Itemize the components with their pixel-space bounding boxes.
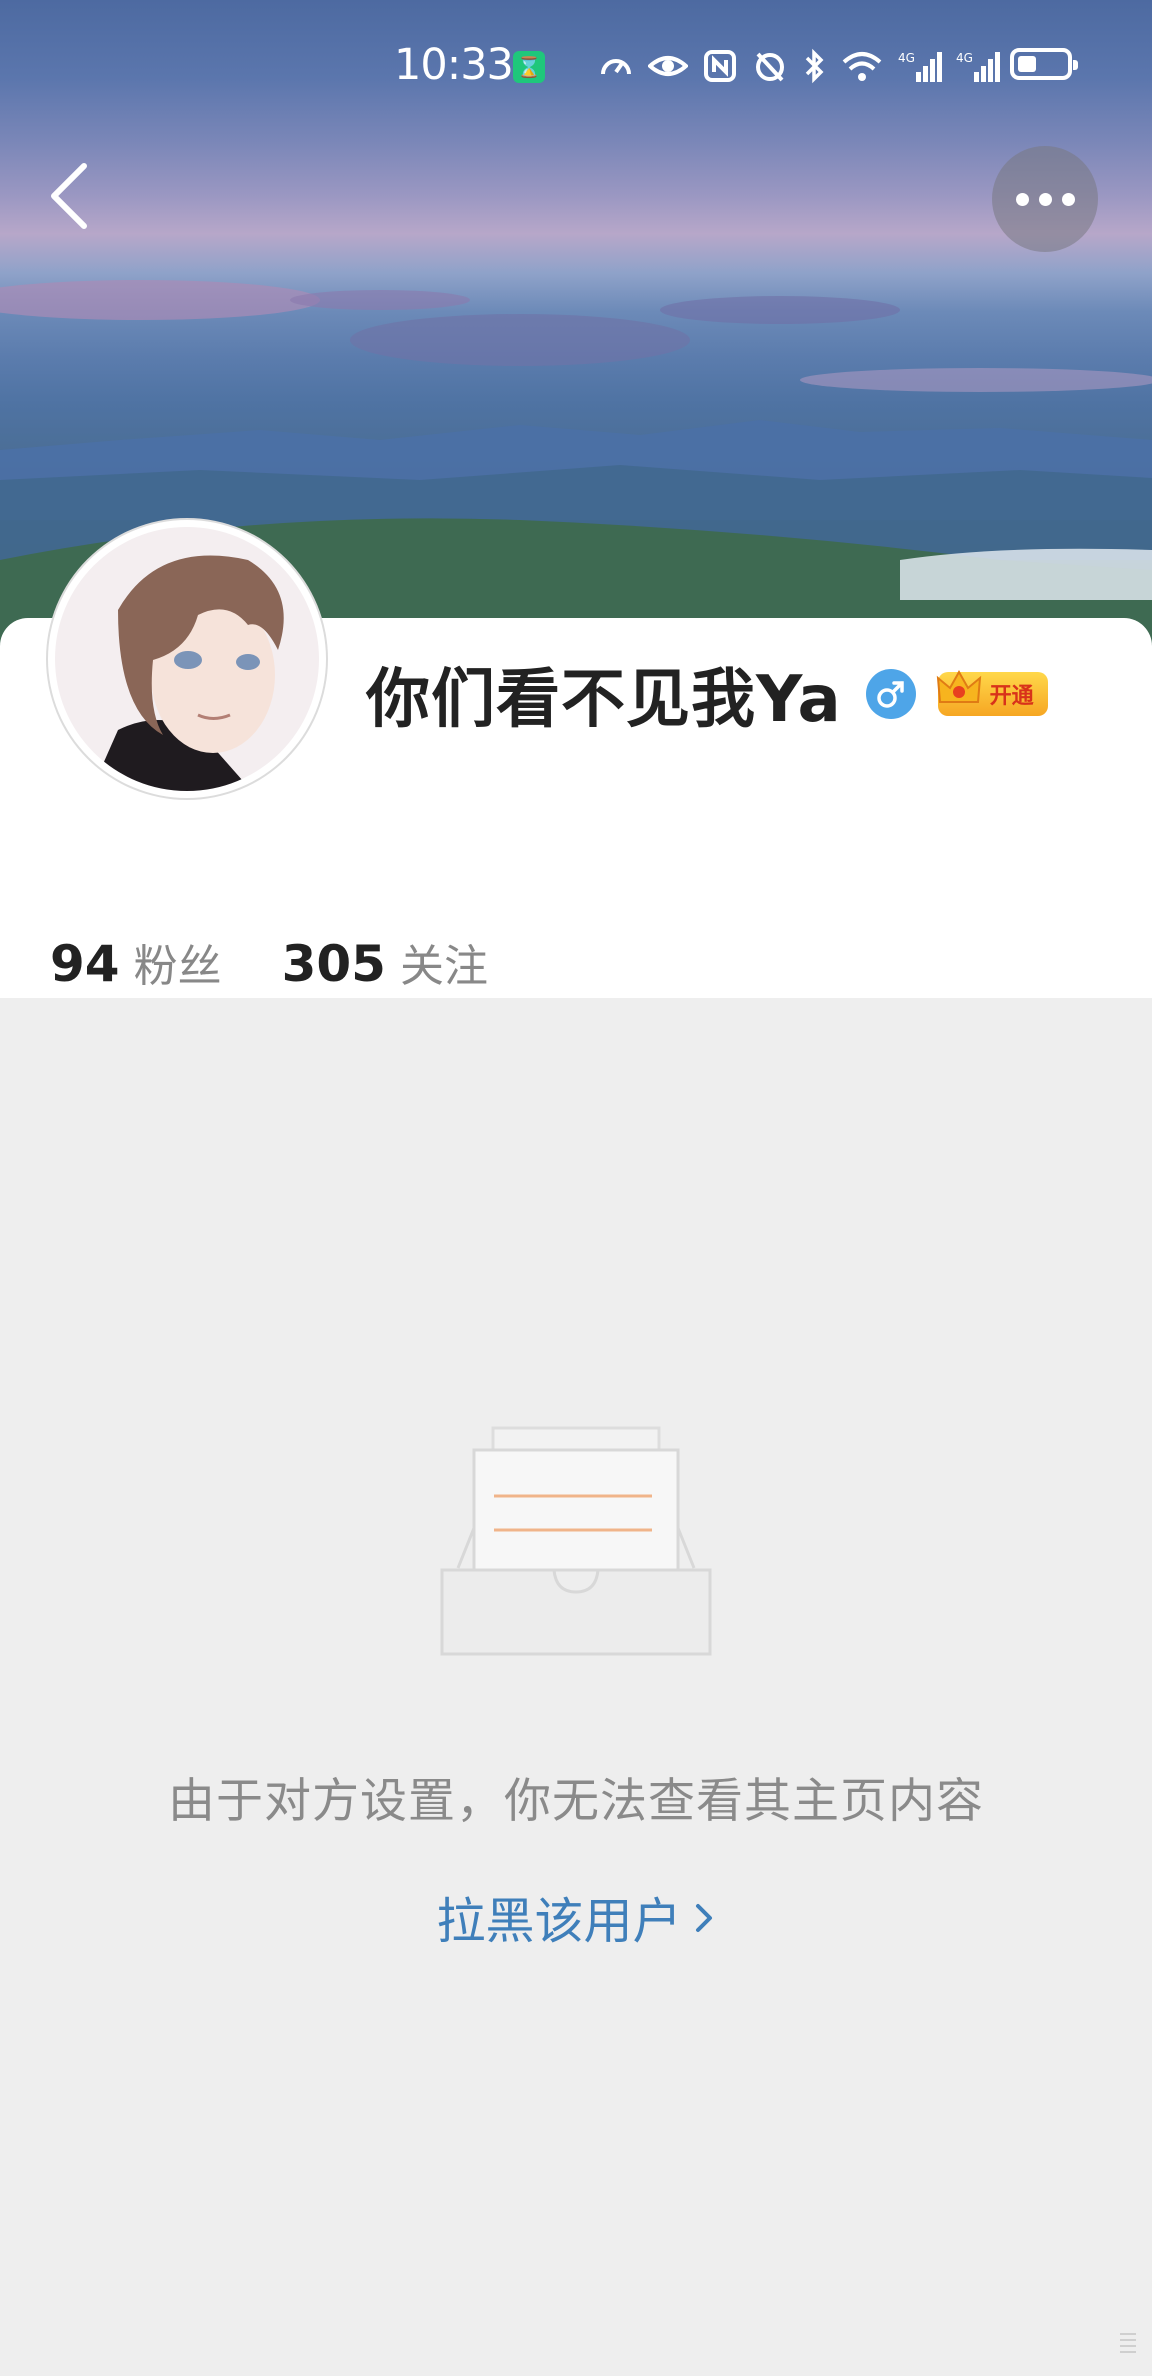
eye-icon	[648, 56, 688, 76]
wifi-icon	[842, 52, 882, 81]
profile-stats: 94 粉丝 305 关注	[50, 930, 488, 994]
battery-icon	[1010, 48, 1078, 80]
following-label: 关注	[399, 941, 488, 992]
vip-badge-label: 开通	[989, 684, 1034, 709]
block-user-link[interactable]: 拉黑该用户	[0, 1882, 1152, 1953]
status-icons: 4G 4G	[598, 46, 1000, 86]
empty-box-icon	[436, 1420, 716, 1660]
alarm-icon	[756, 52, 784, 82]
following-count: 305	[281, 935, 386, 993]
svg-text:4G: 4G	[956, 51, 973, 65]
chevron-right-icon	[692, 1893, 716, 1950]
empty-state-message: 由于对方设置，你无法查看其主页内容	[168, 1774, 984, 1829]
signal-4g-icon-2: 4G	[956, 51, 1000, 82]
status-time: 10:33	[394, 40, 514, 90]
stat-following[interactable]: 305 关注	[282, 930, 488, 994]
svg-text:4G: 4G	[898, 51, 915, 65]
more-dots-icon	[1015, 192, 1029, 206]
hourglass-icon: ⌛	[513, 51, 545, 83]
followers-label: 粉丝	[133, 941, 222, 992]
followers-count: 94	[50, 935, 120, 993]
bluetooth-icon	[805, 48, 824, 84]
vip-badge[interactable]: 开通	[936, 669, 1048, 716]
back-arrow-icon	[51, 163, 87, 229]
stat-followers[interactable]: 94 粉丝	[50, 930, 222, 994]
back-button[interactable]	[40, 160, 100, 230]
more-button[interactable]	[992, 146, 1098, 252]
nfc-icon	[704, 50, 736, 82]
avatar[interactable]	[48, 520, 326, 798]
username: 你们看不见我Ya	[366, 663, 842, 737]
signal-4g-icon: 4G	[898, 51, 942, 82]
home-indicator-icon	[1118, 2330, 1138, 2356]
male-icon	[865, 669, 916, 719]
speedometer-icon	[601, 59, 631, 75]
username-row: 你们看不见我Ya 开通	[366, 648, 1048, 740]
crown-icon	[936, 669, 981, 703]
block-user-label: 拉黑该用户	[436, 1893, 682, 1950]
